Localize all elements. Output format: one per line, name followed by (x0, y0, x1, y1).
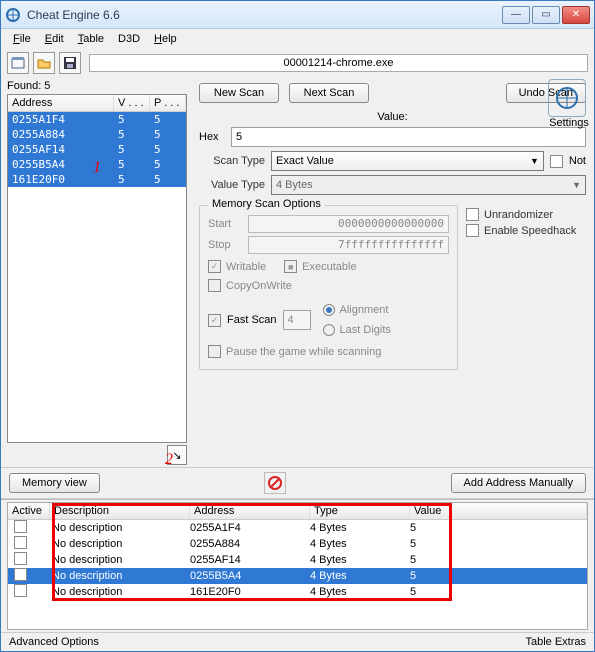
alignment-radio[interactable] (323, 304, 335, 316)
pause-checkbox[interactable] (208, 345, 221, 358)
advanced-options-button[interactable]: Advanced Options (9, 636, 99, 648)
process-name: 00001214-chrome.exe (283, 57, 393, 69)
titlebar: Cheat Engine 6.6 — ▭ ✕ (1, 1, 594, 29)
stop-label: Stop (208, 239, 242, 251)
fastscan-label: Fast Scan (227, 314, 277, 326)
cheat-table[interactable]: Active Description Address Type Value No… (7, 502, 588, 630)
stop-input[interactable]: 7fffffffffffffff (248, 236, 449, 254)
settings-logo-icon (548, 79, 586, 117)
settings-icon-area[interactable]: Settings (548, 79, 590, 129)
not-checkbox[interactable] (550, 155, 563, 168)
value-label: Value: (199, 111, 586, 123)
writable-label: Writable (226, 261, 266, 273)
cheat-row[interactable]: No description0255A8844 Bytes5 (8, 536, 587, 552)
start-label: Start (208, 218, 242, 230)
open-file-button[interactable] (33, 52, 55, 74)
add-address-manually-button[interactable]: Add Address Manually (451, 473, 586, 493)
col-active[interactable]: Active (8, 503, 50, 519)
col-address2[interactable]: Address (190, 503, 310, 519)
cheat-row[interactable]: No description161E20F04 Bytes5 (8, 584, 587, 600)
result-row[interactable]: 0255A1F455 (8, 112, 186, 127)
start-input[interactable]: 0000000000000000 (248, 215, 449, 233)
chevron-down-icon: ▼ (572, 180, 581, 190)
menu-file[interactable]: File (7, 31, 37, 47)
table-extras-button[interactable]: Table Extras (525, 636, 586, 648)
clear-list-button[interactable] (264, 472, 286, 494)
scantype-select[interactable]: Exact Value▼ (271, 151, 544, 171)
active-checkbox[interactable] (14, 568, 27, 581)
memory-view-button[interactable]: Memory view (9, 473, 100, 493)
copyonwrite-checkbox[interactable] (208, 279, 221, 292)
speedhack-label: Enable Speedhack (484, 225, 576, 237)
executable-label: Executable (302, 261, 356, 273)
memory-scan-options-group: Memory Scan Options Start 00000000000000… (199, 205, 458, 370)
process-display[interactable]: 00001214-chrome.exe (89, 54, 588, 72)
col-type[interactable]: Type (310, 503, 410, 519)
speedhack-checkbox[interactable] (466, 224, 479, 237)
writable-checkbox[interactable]: ✓ (208, 260, 221, 273)
found-count: Found: 5 (7, 79, 187, 94)
alignment-label: Alignment (340, 304, 389, 316)
result-row[interactable]: 0255A88455 (8, 127, 186, 142)
close-button[interactable]: ✕ (562, 6, 590, 24)
active-checkbox[interactable] (14, 584, 27, 597)
pause-label: Pause the game while scanning (226, 346, 381, 358)
unrandomizer-label: Unrandomizer (484, 209, 553, 221)
cheat-table-header: Active Description Address Type Value (8, 503, 587, 520)
annotation-1: 1 (93, 159, 101, 177)
maximize-button[interactable]: ▭ (532, 6, 560, 24)
cheat-row[interactable]: No description0255AF144 Bytes5 (8, 552, 587, 568)
app-window: Cheat Engine 6.6 — ▭ ✕ File Edit Table D… (0, 0, 595, 652)
executable-checkbox[interactable]: ■ (284, 260, 297, 273)
results-header: Address V . . . P . . . (8, 95, 186, 112)
open-process-button[interactable] (7, 52, 29, 74)
mso-title: Memory Scan Options (208, 198, 325, 210)
lastdigits-radio[interactable] (323, 324, 335, 336)
save-button[interactable] (59, 52, 81, 74)
lastdigits-label: Last Digits (340, 324, 391, 336)
active-checkbox[interactable] (14, 520, 27, 533)
cheat-row[interactable]: No description0255B5A44 Bytes5 (8, 568, 587, 584)
menu-help[interactable]: Help (148, 31, 183, 47)
menubar: File Edit Table D3D Help (1, 29, 594, 49)
not-label: Not (569, 155, 586, 167)
col-description[interactable]: Description (50, 503, 190, 519)
minimize-button[interactable]: — (502, 6, 530, 24)
app-icon (5, 7, 21, 23)
next-scan-button[interactable]: Next Scan (289, 83, 369, 103)
fastscan-checkbox[interactable]: ✓ (208, 314, 221, 327)
new-scan-button[interactable]: New Scan (199, 83, 279, 103)
col-value2[interactable]: Value (410, 503, 587, 519)
unrandomizer-checkbox[interactable] (466, 208, 479, 221)
active-checkbox[interactable] (14, 536, 27, 549)
result-row[interactable]: 0255AF1455 (8, 142, 186, 157)
valuetype-label: Value Type (199, 179, 265, 191)
valuetype-select[interactable]: 4 Bytes▼ (271, 175, 586, 195)
active-checkbox[interactable] (14, 552, 27, 565)
menu-table[interactable]: Table (72, 31, 110, 47)
col-value[interactable]: V . . . (114, 95, 150, 111)
menu-d3d[interactable]: D3D (112, 31, 146, 47)
settings-label: Settings (548, 117, 590, 129)
window-title: Cheat Engine 6.6 (27, 8, 502, 22)
hex-label: Hex (199, 131, 225, 143)
value-input[interactable] (231, 127, 586, 147)
cheat-row[interactable]: No description0255A1F44 Bytes5 (8, 520, 587, 536)
annotation-2: 2 (165, 451, 173, 469)
col-previous[interactable]: P . . . (150, 95, 186, 111)
chevron-down-icon: ▼ (530, 156, 539, 166)
toolbar: 00001214-chrome.exe (1, 49, 594, 77)
fastscan-value[interactable] (283, 310, 311, 330)
scantype-label: Scan Type (199, 155, 265, 167)
copyonwrite-label: CopyOnWrite (226, 280, 292, 292)
menu-edit[interactable]: Edit (39, 31, 70, 47)
col-address[interactable]: Address (8, 95, 114, 111)
scan-results-table[interactable]: Address V . . . P . . . 0255A1F4550255A8… (7, 94, 187, 443)
